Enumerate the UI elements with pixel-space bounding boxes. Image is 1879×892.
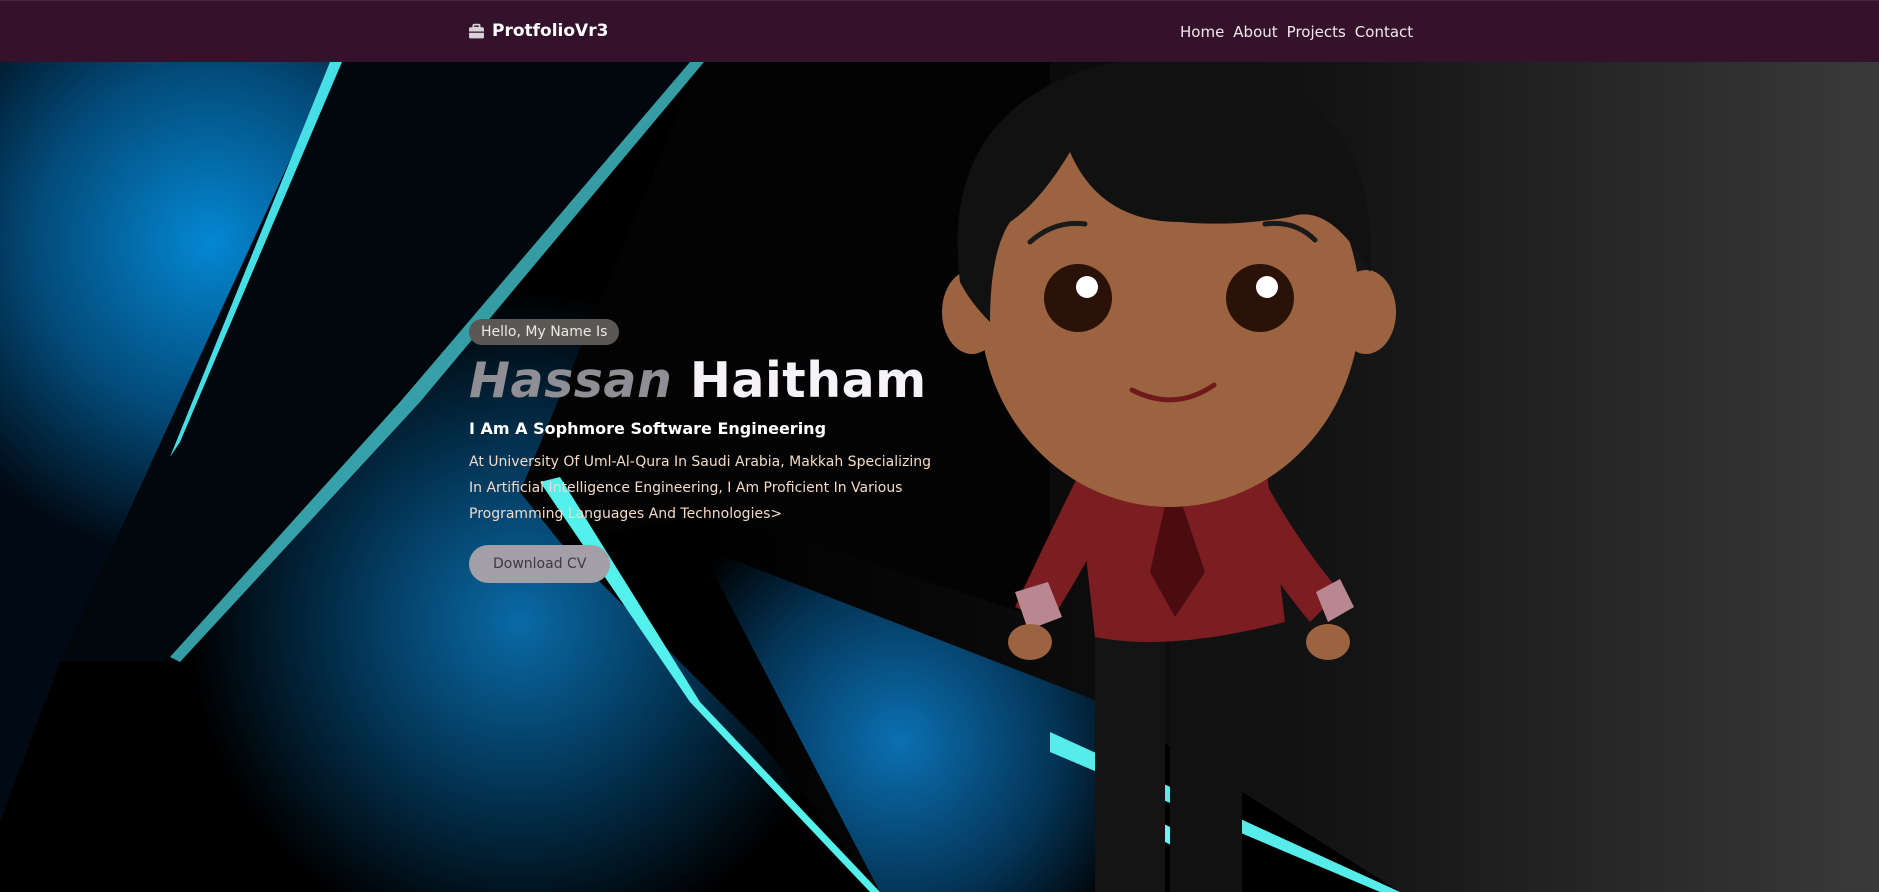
download-cv-button[interactable]: Download CV	[469, 545, 611, 583]
portfolio-page: ProtfolioVr3 Home About Projects Contact…	[0, 0, 1879, 892]
first-name: Hassan	[469, 352, 673, 409]
briefcase-icon	[469, 23, 484, 38]
last-name: Haitham	[689, 352, 927, 409]
nav-links: Home About Projects Contact	[1180, 23, 1413, 41]
hero-content: Hello, My Name Is Hassan Haitham I Am A …	[469, 319, 939, 583]
hero-description: At University Of Uml-Al-Qura In Saudi Ar…	[469, 454, 932, 522]
greeting-badge: Hello, My Name Is	[469, 319, 620, 345]
avatar-illustration	[942, 62, 1396, 892]
brand-name: ProtfolioVr3	[492, 21, 609, 41]
nav-link-home[interactable]: Home	[1180, 23, 1224, 41]
hero-tagline: I Am A Sophmore Software Engineering	[469, 419, 827, 438]
navbar: ProtfolioVr3 Home About Projects Contact	[0, 0, 1879, 62]
hero-name: Hassan Haitham	[469, 353, 939, 409]
brand-logo[interactable]: ProtfolioVr3	[468, 21, 608, 41]
nav-link-contact[interactable]: Contact	[1355, 23, 1413, 41]
nav-link-projects[interactable]: Projects	[1287, 23, 1346, 41]
nav-link-about[interactable]: About	[1233, 23, 1277, 41]
